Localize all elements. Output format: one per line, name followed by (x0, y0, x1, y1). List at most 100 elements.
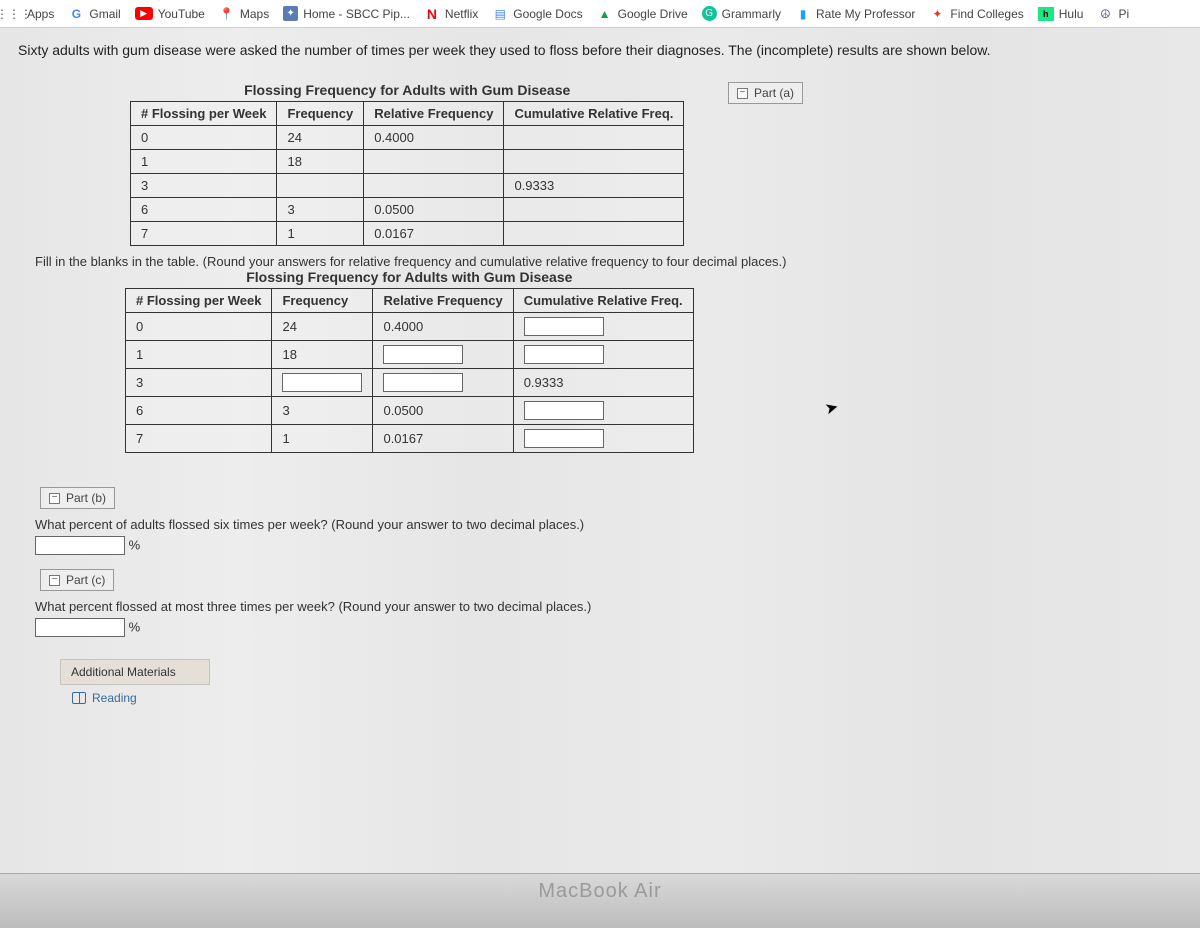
answer-input-r0-crf[interactable] (524, 317, 604, 336)
cell: 6 (131, 198, 277, 222)
docs-icon: ▤ (492, 6, 508, 22)
bookmark-label: Rate My Professor (816, 7, 915, 21)
find-colleges-icon: ✦ (929, 6, 945, 22)
bookmark-label: Google Drive (618, 7, 688, 21)
table-row: 630.0500 (131, 198, 684, 222)
bookmark-google-docs[interactable]: ▤ Google Docs (492, 6, 582, 22)
answer-input-r1-crf[interactable] (524, 345, 604, 364)
bookmark-netflix[interactable]: N Netflix (424, 6, 478, 22)
cell: 0.0167 (364, 222, 504, 246)
col-header: Cumulative Relative Freq. (504, 102, 684, 126)
bookmark-label: Netflix (445, 7, 478, 21)
cell: 0.0500 (364, 198, 504, 222)
cell (504, 198, 684, 222)
part-b-answer-input[interactable] (35, 536, 125, 555)
rmp-icon: ▮ (795, 6, 811, 22)
cell (373, 341, 513, 369)
cell: 0.9333 (504, 174, 684, 198)
bookmark-hulu[interactable]: h Hulu (1038, 7, 1084, 21)
answer-input-r3-crf[interactable] (524, 401, 604, 420)
table-row: 1 18 (126, 341, 694, 369)
part-a-toggle[interactable]: − Part (a) (728, 82, 803, 104)
minus-icon: − (49, 575, 60, 586)
cell (272, 369, 373, 397)
gmail-icon: G (68, 6, 84, 22)
part-c-body: What percent flossed at most three times… (0, 591, 1190, 641)
cell: 1 (277, 222, 364, 246)
cell (277, 174, 364, 198)
cell: 0.0500 (373, 397, 513, 425)
reading-link[interactable]: Reading (60, 685, 1190, 705)
answer-input-r2-freq[interactable] (282, 373, 362, 392)
percent-unit: % (129, 538, 141, 553)
bookmark-label: Apps (27, 7, 54, 21)
table-row: 7 1 0.0167 (126, 425, 694, 453)
cell: 3 (277, 198, 364, 222)
answer-input-r4-crf[interactable] (524, 429, 604, 448)
bookmark-grammarly[interactable]: G Grammarly (702, 6, 781, 21)
bookmark-google-drive[interactable]: ▲ Google Drive (597, 6, 688, 22)
cell: 0.9333 (513, 369, 693, 397)
part-a-instruction: Fill in the blanks in the table. (Round … (35, 254, 1190, 269)
cell: 7 (131, 222, 277, 246)
apps-icon: ⋮⋮⋮ (6, 6, 22, 22)
table-row: 710.0167 (131, 222, 684, 246)
hulu-icon: h (1038, 7, 1054, 21)
minus-icon: − (49, 493, 60, 504)
home-icon: ✦ (283, 6, 298, 21)
percent-unit: % (129, 620, 141, 635)
bookmark-home-sbcc[interactable]: ✦ Home - SBCC Pip... (283, 6, 410, 21)
bookmark-label: Google Docs (513, 7, 582, 21)
table-row: 6 3 0.0500 (126, 397, 694, 425)
cell (373, 369, 513, 397)
col-header: Cumulative Relative Freq. (513, 289, 693, 313)
additional-materials-header: Additional Materials (60, 659, 210, 685)
flossing-table-1: # Flossing per Week Frequency Relative F… (130, 101, 684, 246)
bookmark-label: Find Colleges (950, 7, 1023, 21)
col-header: Relative Frequency (364, 102, 504, 126)
bookmark-label: Grammarly (722, 7, 781, 21)
cell: 3 (131, 174, 277, 198)
additional-materials: Additional Materials Reading (60, 659, 1190, 705)
cell (513, 341, 693, 369)
cell: 24 (277, 126, 364, 150)
part-c-answer-input[interactable] (35, 618, 125, 637)
problem-intro: Sixty adults with gum disease were asked… (0, 36, 1190, 72)
cell (513, 425, 693, 453)
table-row: 3 0.9333 (131, 174, 684, 198)
cell: 0 (131, 126, 277, 150)
maps-icon: 📍 (219, 6, 235, 22)
reference-table: Flossing Frequency for Adults with Gum D… (130, 82, 684, 246)
cell: 24 (272, 313, 373, 341)
peace-icon: ☮ (1097, 6, 1113, 22)
answer-input-r2-rf[interactable] (383, 373, 463, 392)
bookmark-youtube[interactable]: ▶ YouTube (135, 7, 205, 21)
grammarly-icon: G (702, 6, 717, 21)
cell (513, 313, 693, 341)
cell: 1 (126, 341, 272, 369)
part-c-toggle[interactable]: − Part (c) (40, 569, 114, 591)
bookmark-label: YouTube (158, 7, 205, 21)
cell: 0.0167 (373, 425, 513, 453)
bookmark-maps[interactable]: 📍 Maps (219, 6, 269, 22)
cell: 1 (131, 150, 277, 174)
bookmark-label: Pi (1118, 7, 1129, 21)
bookmark-rate-my-professor[interactable]: ▮ Rate My Professor (795, 6, 915, 22)
bookmark-label: Gmail (89, 7, 120, 21)
part-b-toggle[interactable]: − Part (b) (40, 487, 115, 509)
bookmark-gmail[interactable]: G Gmail (68, 6, 120, 22)
bookmark-find-colleges[interactable]: ✦ Find Colleges (929, 6, 1023, 22)
col-header: Frequency (272, 289, 373, 313)
cell: 0.4000 (373, 313, 513, 341)
table-caption: Flossing Frequency for Adults with Gum D… (125, 269, 694, 285)
cell: 6 (126, 397, 272, 425)
answer-input-r1-rf[interactable] (383, 345, 463, 364)
table-row: 3 0.9333 (126, 369, 694, 397)
cell (504, 150, 684, 174)
laptop-bezel-text: MacBook Air (0, 873, 1200, 928)
table-row: 0 24 0.4000 (126, 313, 694, 341)
bookmark-apps[interactable]: ⋮⋮⋮ Apps (6, 6, 54, 22)
table-row: 0240.4000 (131, 126, 684, 150)
drive-icon: ▲ (597, 6, 613, 22)
bookmark-peace[interactable]: ☮ Pi (1097, 6, 1129, 22)
